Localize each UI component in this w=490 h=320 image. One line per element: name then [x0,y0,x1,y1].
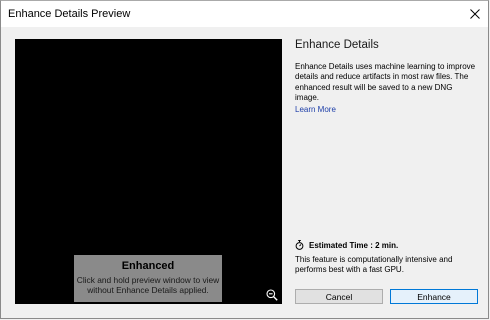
close-button[interactable] [462,1,488,27]
overlay-description: Click and hold preview window to view wi… [76,275,220,295]
estimated-time: Estimated Time : 2 min. [309,240,399,250]
learn-more-link[interactable]: Learn More [295,105,336,114]
panel-heading: Enhance Details [295,39,379,51]
gpu-note: This feature is computationally intensiv… [295,255,453,275]
estimated-time-row: Estimated Time : 2 min. [295,240,398,250]
zoom-out-icon[interactable] [266,289,278,301]
dialog-window: Enhance Details Preview Enhanced Click a… [0,0,489,319]
enhance-button[interactable]: Enhance [390,289,478,304]
close-icon [470,9,480,19]
overlay-title: Enhanced [121,260,175,272]
window-title: Enhance Details Preview [8,8,131,20]
info-panel: Enhance Details Enhance Details uses mac… [295,39,477,114]
panel-description: Enhance Details uses machine learning to… [295,62,476,103]
title-bar: Enhance Details Preview [1,1,488,27]
enhanced-overlay: Enhanced Click and hold preview window t… [74,255,222,302]
stopwatch-icon [295,240,304,250]
preview-area[interactable]: Enhanced Click and hold preview window t… [15,39,282,304]
cancel-button[interactable]: Cancel [295,289,383,304]
